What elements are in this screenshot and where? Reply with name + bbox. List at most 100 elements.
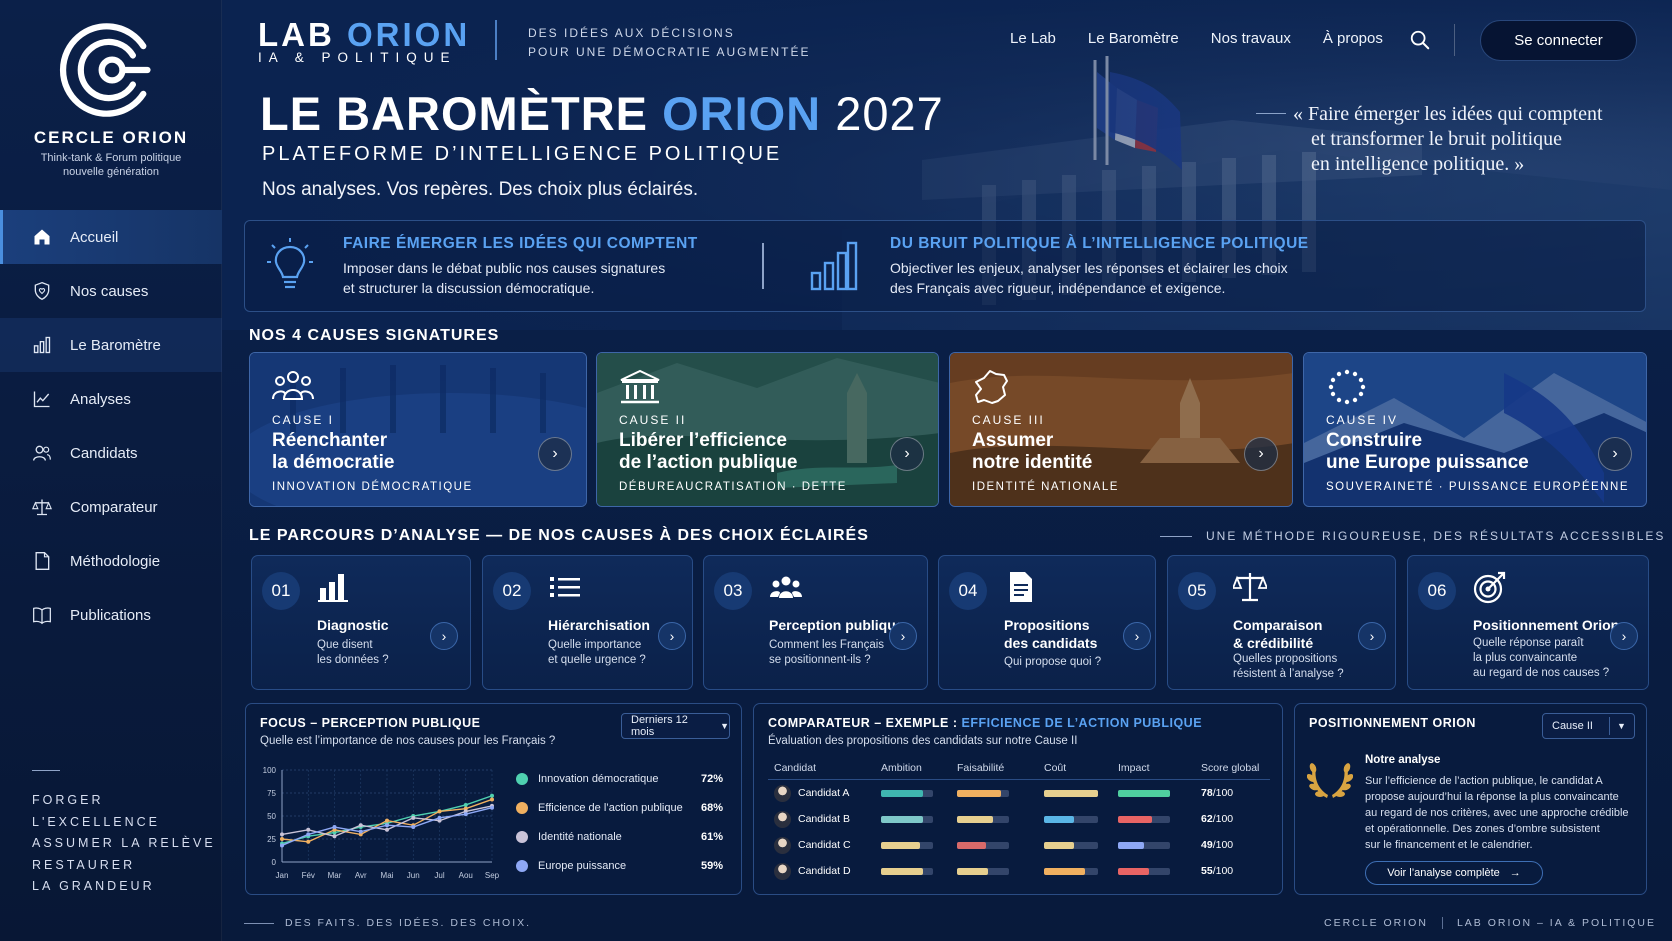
table-header: Candidat Ambition Faisabilité Coût Impact Sco… [768,758,1270,780]
view-full-analysis-button[interactable]: Voir l’analyse complète → [1365,861,1543,885]
arrow-right-icon: → [1509,867,1521,879]
score-bar-fill [957,842,986,849]
score-bar-track [881,790,933,797]
data-point [411,825,416,830]
brand-orion: ORION [347,16,471,53]
column-header[interactable]: Candidat [774,762,816,774]
cause-filter-select[interactable]: Cause II ▼ [1542,713,1635,739]
x-tick-label: Mai [381,871,394,880]
chevron-right-icon[interactable]: › [1244,437,1278,471]
table-row[interactable]: Candidat D 55/100 [768,858,1270,884]
chevron-down-icon: ▼ [720,721,729,731]
step-card-4[interactable]: 04 Propositions des candidats Qui propos… [938,555,1156,690]
sidebar-item-comparateur[interactable]: Comparateur [0,480,222,534]
panel-subtitle: Quelle est l’importance de nos causes po… [260,735,556,747]
sidebar-item-candidats[interactable]: Candidats [0,426,222,480]
data-point [358,823,363,828]
sidebar-item-analyses[interactable]: Analyses [0,372,222,426]
column-header[interactable]: Ambition [881,762,922,774]
sidebar-item-label: Nos causes [70,282,149,300]
sidebar-item-barometre[interactable]: Le Baromètre [0,318,222,372]
x-tick-label: Avr [355,871,367,880]
sidebar-item-methodologie[interactable]: Méthodologie [0,534,222,588]
data-point [463,812,468,817]
button-label: Voir l’analyse complète [1387,867,1500,879]
chevron-right-icon[interactable]: › [890,437,924,471]
sidebar-item-accueil[interactable]: Accueil [0,210,222,264]
chevron-right-icon[interactable]: › [889,622,917,650]
column-header[interactable]: Faisabilité [957,762,1004,774]
data-point [437,809,442,814]
candidate-name: Candidat D [798,865,851,877]
cercle-orion-logo[interactable] [58,18,162,122]
bar-chart-icon [318,574,348,602]
legend-value: 68% [700,801,723,814]
step-card-3[interactable]: 03 Perception publique Comment les Franç… [703,555,928,690]
analysis-heading: Notre analyse [1365,754,1441,766]
footer-cercle-orion[interactable]: CERCLE ORION [1324,917,1428,929]
footer-lab-orion[interactable]: LAB ORION – IA & POLITIQUE [1457,917,1656,929]
column-header[interactable]: Coût [1044,762,1066,774]
legend-value: 59% [700,859,723,872]
chevron-right-icon[interactable]: › [538,437,572,471]
column-header[interactable]: Impact [1118,762,1150,774]
nav-nos-travaux[interactable]: Nos travaux [1211,30,1291,47]
chevron-right-icon[interactable]: › [1598,437,1632,471]
chevron-right-icon[interactable]: › [658,622,686,650]
chevron-right-icon[interactable]: › [430,622,458,650]
score-bar-fill [881,790,923,797]
legend-item: Efficience de l’action publique 68% [516,793,731,822]
candidate-name: Candidat C [798,839,851,851]
avatar [774,785,791,802]
legend-swatch [516,772,528,785]
y-tick-label: 25 [267,835,276,844]
period-filter-select[interactable]: Derniers 12 mois ▼ [621,713,730,739]
lab-orion-brand[interactable]: LAB ORION IA & POLITIQUE [258,16,471,66]
table-row[interactable]: Candidat B 62/100 [768,806,1270,832]
login-button[interactable]: Se connecter [1480,20,1637,61]
nav-le-barometre[interactable]: Le Baromètre [1088,30,1179,47]
cause-card-1[interactable]: CAUSE I Réenchanter la démocratie INNOVA… [249,352,587,507]
score-bar-fill [1044,842,1074,849]
step-card-1[interactable]: 01 Diagnostic Que disent les données ? › [251,555,471,690]
table-row[interactable]: Candidat A 78/100 [768,780,1270,806]
nav-le-lab[interactable]: Le Lab [1010,30,1056,47]
search-icon[interactable] [1409,29,1431,51]
score-suffix: /100 [1212,787,1234,799]
nav-a-propos[interactable]: À propos [1323,30,1383,47]
people-icon [770,576,802,598]
tagline-line: POUR UNE DÉMOCRATIE AUGMENTÉE [528,45,811,59]
chevron-right-icon[interactable]: › [1610,622,1638,650]
mission-title: DU BRUIT POLITIQUE À L’INTELLIGENCE POLI… [890,235,1309,252]
chevron-down-icon: ▼ [1617,721,1626,731]
data-point [306,827,311,832]
step-card-2[interactable]: 02 Hiérarchisation Quelle importance et … [482,555,693,690]
step-card-6[interactable]: 06 Positionnement Orion Quelle réponse p… [1407,555,1649,690]
column-header[interactable]: Score global [1201,762,1259,774]
scale-icon [30,495,54,519]
score-bar-fill [1044,816,1074,823]
chevron-right-icon[interactable]: › [1123,622,1151,650]
cause-card-3[interactable]: CAUSE III Assumer notre identité IDENTIT… [949,352,1293,507]
france-map-icon [975,370,1008,404]
table-row[interactable]: Candidat C 49/100 [768,832,1270,858]
step-question: Quelles propositions résistent à l’analy… [1233,653,1344,680]
cause-card-2[interactable]: CAUSE II Libérer l’efficience de l’actio… [596,352,939,507]
y-tick-label: 50 [267,812,276,821]
sidebar-item-label: Publications [70,606,151,624]
cause-card-4[interactable]: CAUSE IV Construire une Europe puissance… [1303,352,1647,507]
cause-name-line: la démocratie [272,452,395,473]
causes-section-title: NOS 4 CAUSES SIGNATURES [249,327,500,344]
step-card-5[interactable]: 05 Comparaison & crédibilité Quelles pro… [1167,555,1396,690]
score-value: 78 [1201,787,1213,799]
chevron-right-icon[interactable]: › [1358,622,1386,650]
book-icon [30,603,54,627]
perception-line-chart: 0 25 50 75 100 Jan Fév Mar Avr Mai Jun Jul Aou Sep [263,766,500,880]
sidebar-item-nos-causes[interactable]: Nos causes [0,264,222,318]
cause-name-line: Libérer l’efficience [619,430,787,451]
sidebar-item-publications[interactable]: Publications [0,588,222,642]
positionnement-panel: POSITIONNEMENT ORION Cause II ▼ Notre an… [1294,703,1647,895]
data-point [490,797,494,802]
panel-title: POSITIONNEMENT ORION [1309,716,1476,730]
period-filter-value: Derniers 12 mois [631,714,688,738]
